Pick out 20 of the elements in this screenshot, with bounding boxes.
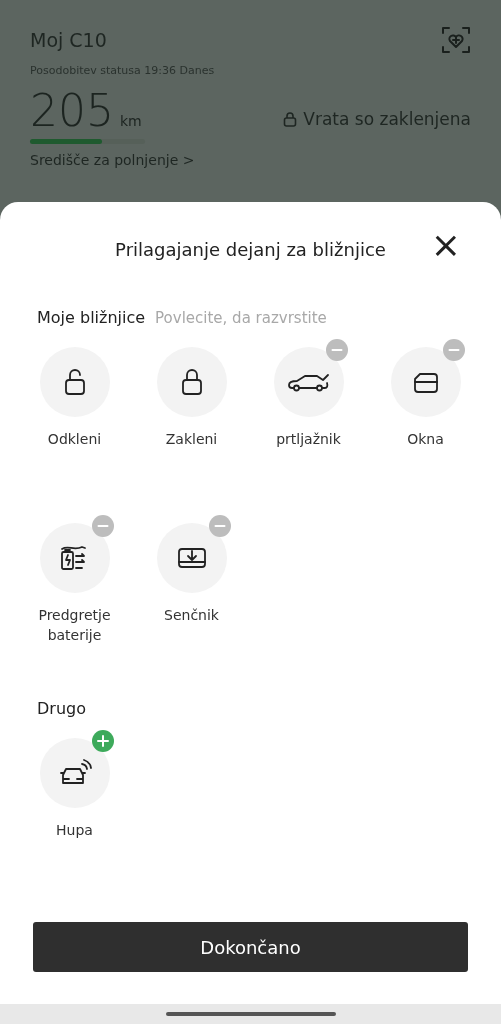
lock-icon — [283, 111, 298, 127]
section-label: Drugo — [37, 699, 86, 718]
range-value: 205 — [30, 85, 114, 136]
shortcut-label: Odkleni — [46, 430, 103, 449]
sheet-title: Prilagajanje dejanj za bližnjice — [115, 238, 386, 260]
shortcut-label: prtljažnik — [275, 430, 342, 449]
section-label: Moje bližnjice — [37, 308, 146, 327]
heart-scan-icon[interactable] — [441, 26, 471, 54]
shortcut-label: Senčnik — [163, 606, 220, 625]
shortcut-label: Predgretje baterije — [37, 606, 112, 645]
close-button[interactable]: × — [426, 230, 465, 260]
hint-text: Povlecite, da razvrstite — [155, 309, 327, 327]
add-badge[interactable] — [91, 730, 114, 752]
door-status: Vrata so zaklenjena — [303, 109, 471, 129]
car-title: Moj C10 — [30, 29, 107, 51]
range-unit: km — [120, 113, 142, 129]
shortcut-label: Okna — [406, 430, 445, 449]
shortcut-label: Hupa — [55, 821, 94, 840]
shortcut-label: Zakleni — [164, 430, 219, 449]
done-button[interactable]: Dokončano — [33, 922, 468, 972]
